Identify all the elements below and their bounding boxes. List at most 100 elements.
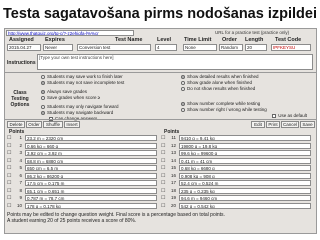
question-row: ☐ 16 0.908 kg = 908 g <box>161 172 313 181</box>
radio-selected-icon <box>181 101 185 106</box>
row-checkbox-icon[interactable]: ☐ <box>7 173 11 179</box>
expires-select[interactable]: Never <box>43 44 73 51</box>
point-value[interactable]: 3 <box>14 150 22 156</box>
row-checkbox-icon[interactable]: ☐ <box>161 143 165 149</box>
question-text[interactable]: 0.68 kg = 6680 g <box>179 165 311 171</box>
question-text[interactable]: 9410 g = 9.41 kg <box>179 135 311 141</box>
question-text[interactable]: 52.4 cm = 0.524 m <box>179 180 311 186</box>
question-text[interactable]: 3.92 cm = 3.92 m <box>25 150 157 156</box>
point-value[interactable]: 2 <box>14 143 22 149</box>
question-row: ☐ 20 542 g = 0.542 kg <box>161 202 313 211</box>
point-value[interactable]: 7 <box>14 180 22 186</box>
option-no-results[interactable]: Do not show results when finished <box>181 86 313 92</box>
save-button[interactable]: Save <box>300 121 315 128</box>
point-value[interactable]: 10 <box>14 203 22 209</box>
length-select[interactable]: 20 <box>245 44 267 51</box>
question-text[interactable]: 23.2 m = 2320 cm <box>25 135 157 141</box>
question-row: ☐ 7 17.5 cm = 0.175 m <box>7 180 159 188</box>
option-save-grades-when[interactable]: Save grades when score ≥ <box>41 95 177 101</box>
row-checkbox-icon[interactable]: ☐ <box>7 150 11 156</box>
row-checkbox-icon[interactable]: ☐ <box>161 188 165 194</box>
row-checkbox-icon[interactable]: ☐ <box>161 195 165 201</box>
test-code-field: IPFKEYSU <box>271 44 311 51</box>
row-checkbox-icon[interactable]: ☐ <box>161 165 165 171</box>
question-text[interactable]: 86.2 kg = 86200 g <box>25 172 157 179</box>
question-text[interactable]: 178 g = 0.178 kg <box>25 202 157 209</box>
row-checkbox-icon[interactable]: ☐ <box>7 135 11 141</box>
row-checkbox-icon[interactable]: ☐ <box>161 135 165 141</box>
point-value[interactable]: 17 <box>168 180 176 186</box>
assigned-field[interactable]: 2015.04.27 <box>7 44 41 51</box>
header-test-name: Test Name <box>115 37 143 43</box>
point-value[interactable]: 1 <box>14 135 22 141</box>
practice-url-hint: URL for a practice test (practice only) <box>215 30 290 35</box>
row-checkbox-icon[interactable]: ☐ <box>7 158 11 164</box>
question-text[interactable]: 650 cm = 6.5 m <box>25 165 157 171</box>
point-value[interactable]: 9 <box>14 195 22 201</box>
radio-selected-icon <box>41 80 45 85</box>
question-text[interactable]: 0.41 m = 41 cm <box>179 157 311 164</box>
question-text[interactable]: 19800 g = 19.8 kg <box>179 142 311 149</box>
row-checkbox-icon[interactable]: ☐ <box>161 180 165 186</box>
point-value[interactable]: 14 <box>168 158 176 164</box>
radio-icon <box>41 74 45 79</box>
radio-selected-icon <box>41 89 45 94</box>
point-value[interactable]: 11 <box>168 135 176 141</box>
question-text[interactable]: 99.6 kg = 99600 g <box>179 150 311 156</box>
row-checkbox-icon[interactable]: ☐ <box>161 203 165 209</box>
delete-button[interactable]: Delete <box>7 121 25 128</box>
footer-note-2: A student earning 20 of 25 points receiv… <box>7 218 137 224</box>
insert-button[interactable]: Insert <box>64 121 80 128</box>
print-button[interactable]: Print <box>266 121 280 128</box>
row-checkbox-icon[interactable]: ☐ <box>7 165 11 171</box>
point-value[interactable]: 5 <box>14 165 22 171</box>
point-value[interactable]: 16 <box>168 173 176 179</box>
options-column-left: Students may save work to finish later S… <box>41 74 177 122</box>
instructions-textarea[interactable]: [Type your own test instructions here] <box>37 54 313 70</box>
time-limit-select[interactable]: None <box>183 44 217 51</box>
question-text[interactable]: 68.8 m = 6880 cm <box>25 157 157 164</box>
question-row: ☐ 15 0.68 kg = 6680 g <box>161 165 313 173</box>
question-text[interactable]: 542 g = 0.542 kg <box>179 202 311 209</box>
checkbox-icon <box>272 113 277 118</box>
test-name-field[interactable]: Conversion test <box>77 44 151 51</box>
shuffle-button[interactable]: Shuffle <box>43 121 63 128</box>
point-value[interactable]: 19 <box>168 195 176 201</box>
point-value[interactable]: 4 <box>14 158 22 164</box>
order-select[interactable]: Random <box>219 44 243 51</box>
question-text[interactable]: 65.1 cm = 0.651 m <box>25 187 157 194</box>
option-no-save-incomplete[interactable]: Students may not save incomplete test <box>41 80 177 86</box>
test-settings-form: http://www.thatquiz.org/tq-c/?-z2ehjqfa-… <box>4 28 317 234</box>
question-row: ☐ 10 178 g = 0.178 kg <box>7 202 159 211</box>
row-checkbox-icon[interactable]: ☐ <box>7 203 11 209</box>
row-checkbox-icon[interactable]: ☐ <box>161 150 165 156</box>
order-button[interactable]: Order <box>26 121 42 128</box>
point-value[interactable]: 15 <box>168 165 176 171</box>
point-value[interactable]: 13 <box>168 150 176 156</box>
row-checkbox-icon[interactable]: ☐ <box>161 173 165 179</box>
row-checkbox-icon[interactable]: ☐ <box>7 195 11 201</box>
row-checkbox-icon[interactable]: ☐ <box>7 180 11 186</box>
level-select[interactable]: 4 <box>155 44 177 51</box>
edit-button[interactable]: Edit <box>251 121 265 128</box>
point-value[interactable]: 12 <box>168 143 176 149</box>
question-text[interactable]: 17.5 cm = 0.175 m <box>25 180 157 186</box>
point-value[interactable]: 20 <box>168 203 176 209</box>
header-order: Order <box>222 37 237 43</box>
row-checkbox-icon[interactable]: ☐ <box>161 158 165 164</box>
row-checkbox-icon[interactable]: ☐ <box>7 143 11 149</box>
question-text[interactable]: 94.6 m = 9460 cm <box>179 195 311 201</box>
question-row: ☐ 8 65.1 cm = 0.651 m <box>7 187 159 196</box>
question-row: ☐ 17 52.4 cm = 0.524 m <box>161 180 313 188</box>
point-value[interactable]: 8 <box>14 188 22 194</box>
question-text[interactable]: 0.66 kg = 660 g <box>25 142 157 149</box>
question-list-right: ☐ 11 9410 g = 9.41 kg ☐ 12 19800 g = 19.8 kg ☐… <box>161 135 313 210</box>
question-text[interactable]: 0.787 m = 78.7 cm <box>25 195 157 201</box>
point-value[interactable]: 18 <box>168 188 176 194</box>
practice-url-field[interactable]: http://www.thatquiz.org/tq-c/?-z2ehjqfa-… <box>6 30 134 36</box>
row-checkbox-icon[interactable]: ☐ <box>7 188 11 194</box>
point-value[interactable]: 6 <box>14 173 22 179</box>
cancel-button[interactable]: Cancel <box>281 121 299 128</box>
question-text[interactable]: 0.908 kg = 908 g <box>179 172 311 179</box>
question-text[interactable]: 235 g = 0.235 kg <box>179 187 311 194</box>
